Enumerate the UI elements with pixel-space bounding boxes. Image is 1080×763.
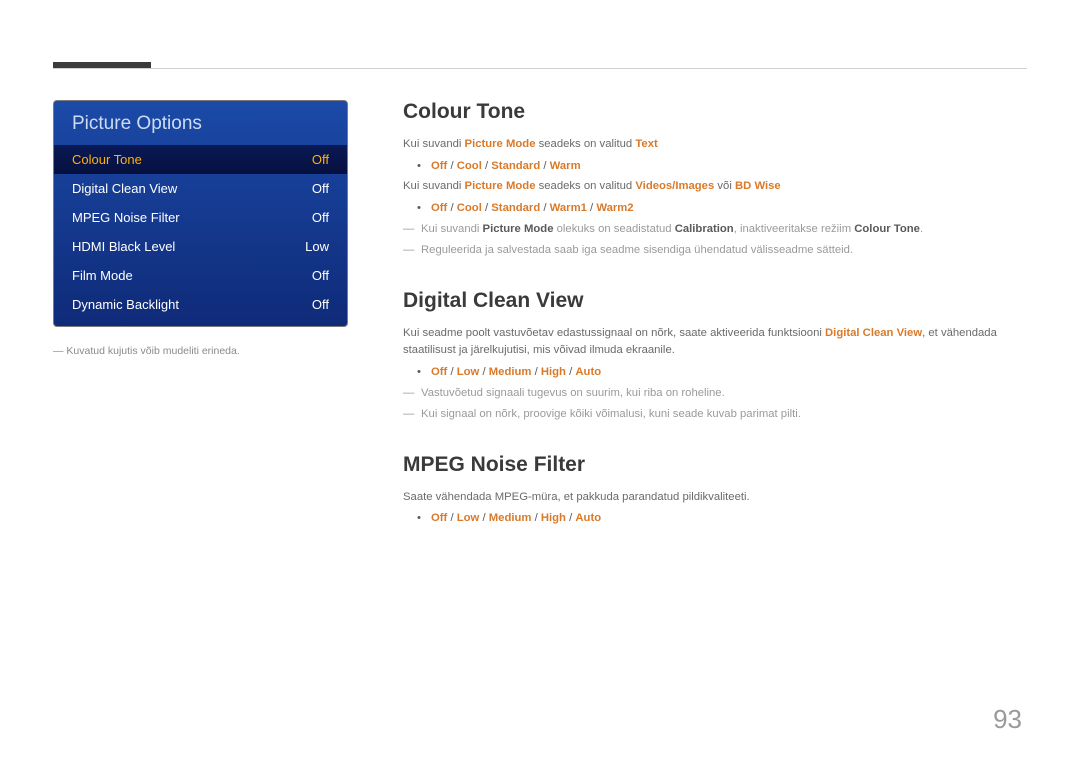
menu-item-label: MPEG Noise Filter [72, 210, 180, 225]
menu-item-value: Low [305, 239, 329, 254]
menu-item-value: Off [312, 210, 329, 225]
menu-item-hdmi-black-level[interactable]: HDMI Black Level Low [54, 232, 347, 261]
menu-item-label: Digital Clean View [72, 181, 177, 196]
caption-dash: ― [53, 345, 64, 357]
left-column: Picture Options Colour Tone Off Digital … [53, 100, 348, 527]
note-item: Reguleerida ja salvestada saab iga seadm… [403, 242, 1027, 259]
menu-item-label: Colour Tone [72, 152, 142, 167]
bullet-item: Off / Low / Medium / High / Auto [403, 510, 1027, 527]
paragraph: Saate vähendada MPEG-müra, et pakkuda pa… [403, 489, 1027, 507]
menu-item-label: Dynamic Backlight [72, 297, 179, 312]
bullet-item: Off / Cool / Standard / Warm [403, 158, 1027, 175]
note-item: Kui suvandi Picture Mode olekuks on sead… [403, 221, 1027, 238]
menu-caption: ― Kuvatud kujutis võib mudeliti erineda. [53, 345, 348, 357]
note-item: Kui signaal on nõrk, proovige kõiki võim… [403, 406, 1027, 423]
bullet-item: Off / Low / Medium / High / Auto [403, 364, 1027, 381]
section-heading: MPEG Noise Filter [403, 453, 1027, 477]
section-heading: Colour Tone [403, 100, 1027, 124]
picture-options-menu: Picture Options Colour Tone Off Digital … [53, 100, 348, 327]
section-digital-clean-view: Digital Clean View Kui seadme poolt vast… [403, 289, 1027, 423]
right-column: Colour Tone Kui suvandi Picture Mode sea… [403, 100, 1027, 527]
menu-item-label: Film Mode [72, 268, 133, 283]
paragraph: Kui seadme poolt vastuvõetav edastussign… [403, 325, 1027, 360]
section-mpeg-noise-filter: MPEG Noise Filter Saate vähendada MPEG-m… [403, 453, 1027, 527]
page-content: Picture Options Colour Tone Off Digital … [53, 100, 1027, 527]
bullet-item: Off / Cool / Standard / Warm1 / Warm2 [403, 200, 1027, 217]
paragraph: Kui suvandi Picture Mode seadeks on vali… [403, 136, 1027, 154]
paragraph: Kui suvandi Picture Mode seadeks on vali… [403, 178, 1027, 196]
note-item: Vastuvõetud signaali tugevus on suurim, … [403, 385, 1027, 402]
section-heading: Digital Clean View [403, 289, 1027, 313]
page-number: 93 [993, 704, 1022, 735]
menu-item-value: Off [312, 297, 329, 312]
menu-item-dynamic-backlight[interactable]: Dynamic Backlight Off [54, 290, 347, 326]
menu-item-value: Off [312, 268, 329, 283]
divider [53, 68, 1027, 69]
menu-item-film-mode[interactable]: Film Mode Off [54, 261, 347, 290]
section-colour-tone: Colour Tone Kui suvandi Picture Mode sea… [403, 100, 1027, 259]
menu-item-digital-clean-view[interactable]: Digital Clean View Off [54, 174, 347, 203]
menu-item-colour-tone[interactable]: Colour Tone Off [54, 145, 347, 174]
menu-title: Picture Options [54, 101, 347, 145]
menu-item-mpeg-noise-filter[interactable]: MPEG Noise Filter Off [54, 203, 347, 232]
menu-item-value: Off [312, 152, 329, 167]
menu-item-value: Off [312, 181, 329, 196]
menu-item-label: HDMI Black Level [72, 239, 175, 254]
caption-text: Kuvatud kujutis võib mudeliti erineda. [66, 345, 239, 357]
